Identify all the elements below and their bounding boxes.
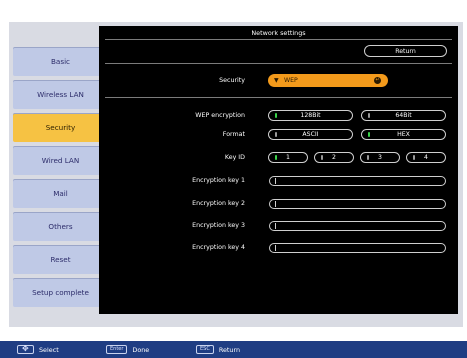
wep-128bit-option[interactable]: 128Bit <box>268 110 353 121</box>
text-cursor <box>275 223 276 229</box>
divider <box>105 97 452 98</box>
security-value: WEP <box>284 77 298 84</box>
format-ascii-option[interactable]: ASCII <box>268 129 353 140</box>
menu-item-reset[interactable]: Reset <box>13 245 108 274</box>
key-id-1-label: 1 <box>286 154 290 161</box>
dropdown-arrow-icon: ▼ <box>274 77 279 84</box>
radio-indicator-icon <box>275 113 277 118</box>
radio-indicator-icon <box>275 132 277 137</box>
divider <box>105 39 452 40</box>
key-id-4-option[interactable]: 4 <box>406 152 446 163</box>
radio-indicator-icon <box>275 155 277 160</box>
done-hint-label: Done <box>132 345 150 354</box>
encryption-key-3-input[interactable] <box>269 221 446 231</box>
text-cursor <box>275 201 276 207</box>
bottom-help-bar: Select Enter Done ESC Return <box>0 341 467 358</box>
radio-indicator-icon <box>321 155 323 160</box>
encryption-key-4-input[interactable] <box>269 243 446 253</box>
return-hint-label: Return <box>218 345 241 354</box>
return-hint: ESC Return <box>196 341 240 358</box>
encryption-key-2-label: Encryption key 2 <box>192 200 245 207</box>
panel-title: Network settings <box>251 29 306 37</box>
menu-item-wired-lan[interactable]: Wired LAN <box>13 146 108 175</box>
text-cursor <box>275 178 276 184</box>
enter-key-icon: Enter <box>106 345 128 354</box>
wep-encryption-label: WEP encryption <box>195 112 245 119</box>
key-id-4-label: 4 <box>424 154 428 161</box>
text-cursor <box>275 245 276 251</box>
format-hex-label: HEX <box>397 131 410 138</box>
menu-item-basic[interactable]: Basic <box>13 47 108 76</box>
menu-item-security[interactable]: Security <box>13 113 108 142</box>
key-id-1-option[interactable]: 1 <box>268 152 308 163</box>
key-id-3-option[interactable]: 3 <box>360 152 400 163</box>
key-id-label: Key ID <box>224 154 245 161</box>
format-ascii-label: ASCII <box>302 131 319 138</box>
key-id-2-label: 2 <box>332 154 336 161</box>
radio-indicator-icon <box>367 155 369 160</box>
wep-64bit-label: 64Bit <box>395 112 412 119</box>
encryption-key-3-label: Encryption key 3 <box>192 222 245 229</box>
menu-item-mail[interactable]: Mail <box>13 179 108 208</box>
menu-item-setup-complete[interactable]: Setup complete <box>13 278 108 307</box>
network-settings-panel: Network settings Return Security ▼ WEP ↵… <box>99 26 458 314</box>
format-label: Format <box>222 131 245 138</box>
wep-128bit-label: 128Bit <box>300 112 321 119</box>
select-hint-label: Select <box>39 345 59 354</box>
encryption-key-1-label: Encryption key 1 <box>192 177 245 184</box>
return-button[interactable]: Return <box>364 45 447 57</box>
wep-64bit-option[interactable]: 64Bit <box>361 110 446 121</box>
format-hex-option[interactable]: HEX <box>361 129 446 140</box>
security-label: Security <box>219 77 245 84</box>
esc-key-icon: ESC <box>196 345 214 354</box>
encryption-key-2-input[interactable] <box>269 199 446 209</box>
radio-indicator-icon <box>368 113 370 118</box>
move-keys-icon <box>17 344 34 354</box>
divider <box>105 63 452 64</box>
menu-item-wireless-lan[interactable]: Wireless LAN <box>13 80 108 109</box>
select-hint: Select <box>17 341 59 358</box>
key-id-2-option[interactable]: 2 <box>314 152 354 163</box>
security-dropdown[interactable]: ▼ WEP ↵ <box>268 74 388 87</box>
key-id-3-label: 3 <box>378 154 382 161</box>
enter-icon: ↵ <box>374 77 381 84</box>
encryption-key-1-input[interactable] <box>269 176 446 186</box>
done-hint: Enter Done <box>106 341 149 358</box>
radio-indicator-icon <box>368 132 370 137</box>
radio-indicator-icon <box>413 155 415 160</box>
menu-item-others[interactable]: Others <box>13 212 108 241</box>
encryption-key-4-label: Encryption key 4 <box>192 244 245 251</box>
